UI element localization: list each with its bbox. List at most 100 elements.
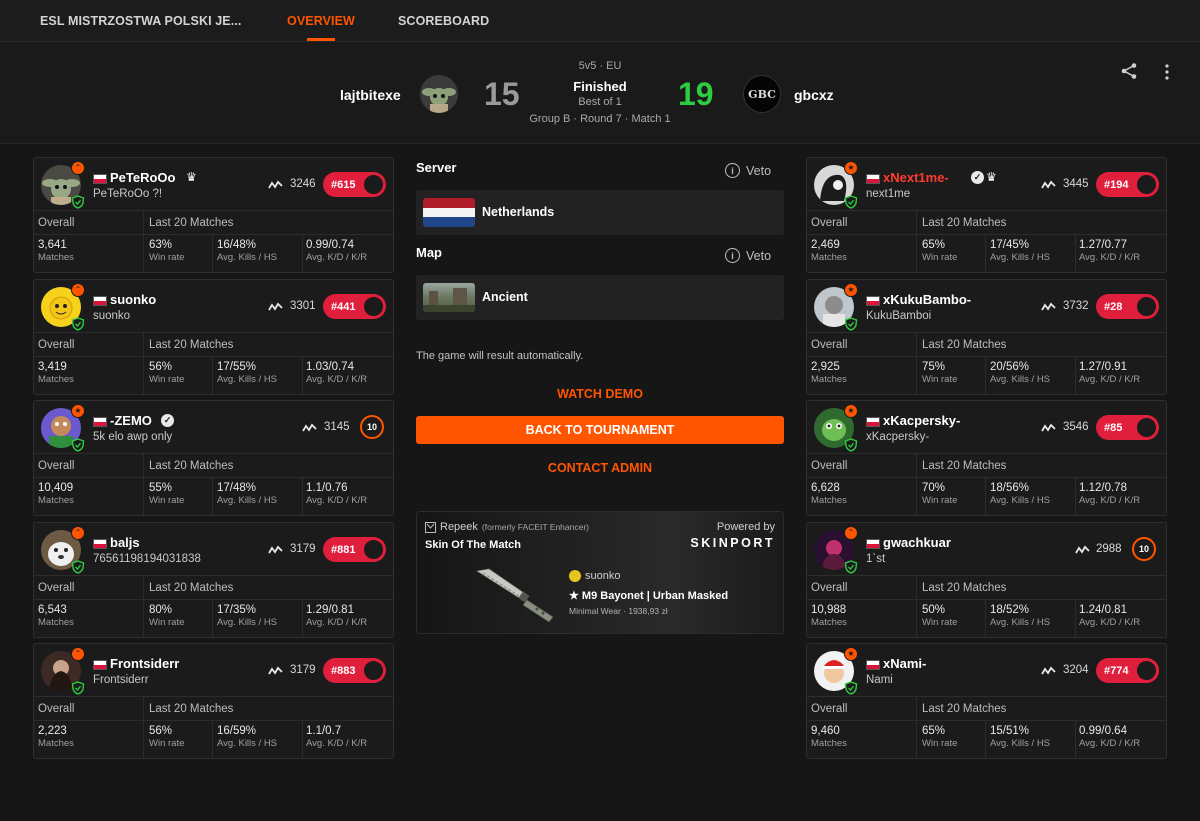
player-avatar[interactable]: ⌃ <box>41 161 85 209</box>
skin-of-the-match-card[interactable]: Repeek (formerly FACEIT Enhancer) Powere… <box>416 511 784 634</box>
player-subtitle: suonko <box>93 310 131 322</box>
player-subtitle: next1me <box>866 188 911 200</box>
player-card[interactable]: ★ -ZEMO ✓ 5k elo awp only 3145 10 Overal… <box>33 400 394 516</box>
overall-label: Overall <box>38 217 75 229</box>
stat-kills-hs: 18/52% Avg. Kills / HS <box>990 604 1051 628</box>
back-to-tournament-button[interactable]: BACK TO TOURNAMENT <box>416 416 784 444</box>
skinport-logo[interactable]: SKINPORT <box>690 536 775 550</box>
player-subtitle: xKacpersky- <box>866 431 930 443</box>
gauge-icon <box>1136 660 1157 681</box>
stat-win-rate: 55% Win rate <box>149 482 185 506</box>
last20-label: Last 20 Matches <box>922 339 1007 351</box>
team1-name[interactable]: lajtbitexe <box>340 87 401 103</box>
player-card[interactable]: ⌃ PeTeRoOo ♛ PeTeRoOo ?! 3246 #615 Overa… <box>33 157 394 273</box>
player-name[interactable]: baljs <box>110 535 140 550</box>
elo-value: 3546 <box>1063 421 1089 433</box>
poland-flag-icon <box>866 539 880 549</box>
player-avatar[interactable]: ★ <box>41 404 85 452</box>
player-name[interactable]: Frontsiderr <box>110 656 179 671</box>
powered-by-label: Powered by <box>716 521 775 533</box>
player-avatar[interactable]: ⌃ <box>41 283 85 331</box>
share-icon[interactable] <box>1120 62 1138 83</box>
stat-kd-kr: 1.1/0.7 Avg. K/D / K/R <box>306 725 368 749</box>
player-card[interactable]: ⌃ suonko suonko 3301 #441 Overall Last 2… <box>33 279 394 395</box>
stat-kills-hs: 17/35% Avg. Kills / HS <box>217 604 278 628</box>
server-veto-button[interactable]: i Veto <box>725 163 771 178</box>
ranking-badge[interactable]: #28 <box>1096 294 1159 319</box>
star-badge-icon: ★ <box>844 647 858 661</box>
player-card[interactable]: ⌃ baljs 76561198194031838 3179 #881 Over… <box>33 522 394 638</box>
team2-name[interactable]: gbcxz <box>794 87 834 103</box>
elo-trend-icon <box>268 302 283 311</box>
player-card[interactable]: ★ xKukuBambo- KukuBamboi 3732 #28 Overal… <box>806 279 1167 395</box>
player-avatar[interactable]: ★ <box>814 161 858 209</box>
shield-icon <box>71 317 85 331</box>
player-name[interactable]: -ZEMO <box>110 413 152 428</box>
shield-icon <box>844 438 858 452</box>
stats-row: 6,543 Matches 80% Win rate 17/35% Avg. Kill… <box>34 599 393 637</box>
player-name[interactable]: gwachkuar <box>883 535 951 550</box>
overall-label: Overall <box>811 460 848 472</box>
player-name[interactable]: xKacpersky- <box>883 413 960 428</box>
stats-header: Overall Last 20 Matches <box>34 453 393 477</box>
player-avatar[interactable]: ⌃ <box>814 526 858 574</box>
player-name[interactable]: xKukuBambo- <box>883 292 971 307</box>
map-veto-button[interactable]: i Veto <box>725 248 771 263</box>
stat-win-rate: 75% Win rate <box>922 361 958 385</box>
player-name[interactable]: xNext1me- <box>883 170 949 185</box>
avatar <box>569 570 581 582</box>
map-thumbnail <box>423 283 475 312</box>
ranking-badge[interactable]: #194 <box>1096 172 1159 197</box>
player-card[interactable]: ★ xKacpersky- xKacpersky- 3546 #85 Overa… <box>806 400 1167 516</box>
player-card[interactable]: ★ xNami- Nami 3204 #774 Overall Last 20 … <box>806 643 1167 759</box>
tournament-link[interactable]: ESL MISTRZOSTWA POLSKI JE... <box>40 14 241 28</box>
stat-kd-kr: 1.12/0.78 Avg. K/D / K/R <box>1079 482 1141 506</box>
shield-icon <box>844 195 858 209</box>
stat-matches: 2,223 Matches <box>38 725 74 749</box>
stats-header: Overall Last 20 Matches <box>807 332 1166 356</box>
player-card[interactable]: ⌃ Frontsiderr Frontsiderr 3179 #883 Over… <box>33 643 394 759</box>
chevron-up-badge-icon: ⌃ <box>71 647 85 661</box>
player-avatar[interactable]: ★ <box>814 647 858 695</box>
ranking-badge[interactable]: #881 <box>323 537 386 562</box>
team1-logo[interactable] <box>420 75 458 113</box>
ranking-badge[interactable]: #441 <box>323 294 386 319</box>
elo-trend-icon <box>1041 423 1056 432</box>
skin-owner[interactable]: suonko <box>569 570 620 582</box>
gauge-icon <box>363 296 384 317</box>
elo-value: 3179 <box>290 664 316 676</box>
player-avatar[interactable]: ★ <box>814 404 858 452</box>
player-avatar[interactable]: ★ <box>814 283 858 331</box>
player-subtitle: 1`st <box>866 553 886 565</box>
stat-win-rate: 50% Win rate <box>922 604 958 628</box>
team2-logo[interactable]: GBC <box>743 75 781 113</box>
ranking-badge[interactable]: #883 <box>323 658 386 683</box>
skill-level-badge: 10 <box>1132 537 1156 561</box>
ranking-badge[interactable]: #615 <box>323 172 386 197</box>
star-badge-icon: ★ <box>844 404 858 418</box>
poland-flag-icon <box>93 417 107 427</box>
poland-flag-icon <box>866 417 880 427</box>
player-name[interactable]: suonko <box>110 292 156 307</box>
stats-row: 3,419 Matches 56% Win rate 17/55% Avg. Kill… <box>34 356 393 394</box>
tab-overview[interactable]: OVERVIEW <box>287 14 355 28</box>
player-subtitle: 76561198194031838 <box>93 553 201 565</box>
contact-admin-button[interactable]: CONTACT ADMIN <box>416 461 784 475</box>
tab-scoreboard[interactable]: SCOREBOARD <box>398 14 489 28</box>
ranking-badge[interactable]: #85 <box>1096 415 1159 440</box>
shield-icon <box>71 681 85 695</box>
player-avatar[interactable]: ⌃ <box>41 647 85 695</box>
overall-label: Overall <box>811 217 848 229</box>
stat-kd-kr: 1.03/0.74 Avg. K/D / K/R <box>306 361 368 385</box>
stats-header: Overall Last 20 Matches <box>34 696 393 720</box>
watch-demo-button[interactable]: WATCH DEMO <box>416 387 784 401</box>
gauge-icon <box>1136 296 1157 317</box>
ranking-badge[interactable]: #774 <box>1096 658 1159 683</box>
more-options-icon[interactable] <box>1164 64 1170 83</box>
player-avatar[interactable]: ⌃ <box>41 526 85 574</box>
player-name[interactable]: xNami- <box>883 656 926 671</box>
player-name[interactable]: PeTeRoOo <box>110 170 176 185</box>
shield-icon <box>71 195 85 209</box>
player-card[interactable]: ★ xNext1me- ✓ ♛ next1me 3445 #194 Overall… <box>806 157 1167 273</box>
player-card[interactable]: ⌃ gwachkuar 1`st 2988 10 Overall Last 20… <box>806 522 1167 638</box>
